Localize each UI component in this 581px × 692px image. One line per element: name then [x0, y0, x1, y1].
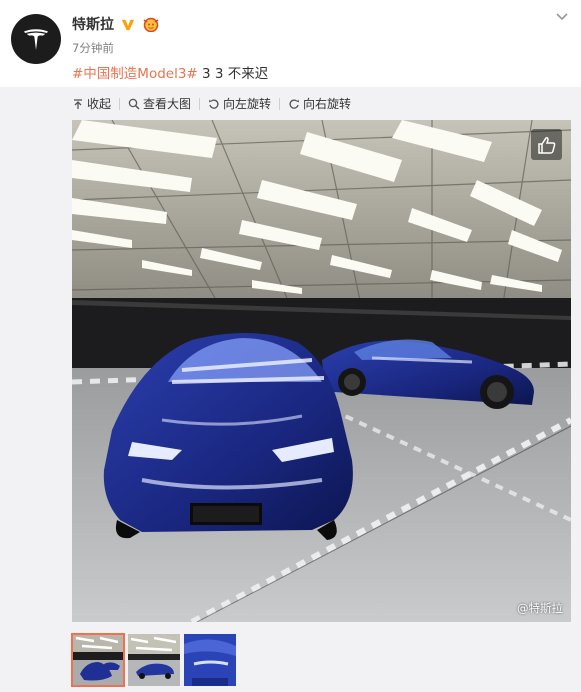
chevron-down-icon[interactable]: [554, 10, 570, 24]
toolbar-divider: [119, 97, 121, 110]
rotate-right-icon: [289, 99, 300, 109]
thumbnail-image: [184, 634, 236, 686]
rotate-right-button[interactable]: 向右旋转: [288, 95, 351, 112]
image-toolbar: 收起 查看大图 向左旋转 向右旋转: [72, 95, 351, 112]
hashtag-link[interactable]: #中国制造Model3#: [72, 66, 198, 82]
collapse-label: 收起: [87, 97, 112, 111]
rotate-right-label: 向右旋转: [303, 97, 352, 111]
thumbnail-2[interactable]: [128, 634, 180, 686]
rotate-left-button[interactable]: 向左旋转: [208, 95, 271, 112]
magnify-icon: [128, 98, 140, 110]
media-panel: 收起 查看大图 向左旋转 向右旋转 @特斯拉: [0, 87, 581, 692]
thumbnail-1[interactable]: [71, 633, 125, 687]
weibo-post: 特斯拉 7分钟前 #中国制造Model3# 3 3 不来迟 收起 查看大图 向左…: [0, 0, 581, 692]
post-text: #中国制造Model3# 3 3 不来迟: [72, 62, 268, 82]
watermark-text: @特斯拉: [517, 601, 563, 615]
thumbnail-image: [128, 634, 180, 686]
collapse-button[interactable]: 收起: [72, 95, 111, 112]
username[interactable]: 特斯拉: [72, 14, 114, 34]
rotate-left-label: 向左旋转: [223, 97, 272, 111]
avatar[interactable]: [11, 14, 61, 64]
collapse-icon: [74, 98, 82, 109]
factory-car-photo: [72, 120, 571, 622]
post-time[interactable]: 7分钟前: [72, 40, 114, 56]
view-large-button[interactable]: 查看大图: [128, 95, 191, 112]
like-button[interactable]: [531, 129, 562, 160]
post-text-body: 3 3 不来迟: [197, 66, 269, 82]
name-row: 特斯拉: [72, 14, 161, 34]
photo-watermark: @特斯拉: [517, 600, 563, 616]
verified-v-icon: [121, 19, 135, 30]
member-badge-icon[interactable]: [141, 16, 161, 32]
tesla-logo-icon: [24, 29, 48, 51]
thumbnail-strip: [71, 633, 236, 687]
rotate-left-icon: [209, 99, 219, 109]
thumbs-up-icon: [537, 136, 555, 154]
view-large-label: 查看大图: [143, 97, 192, 111]
thumbnail-image: [72, 634, 124, 686]
toolbar-divider: [279, 97, 281, 110]
main-photo[interactable]: @特斯拉: [72, 120, 571, 622]
thumbnail-3[interactable]: [184, 634, 236, 686]
toolbar-divider: [199, 97, 201, 110]
